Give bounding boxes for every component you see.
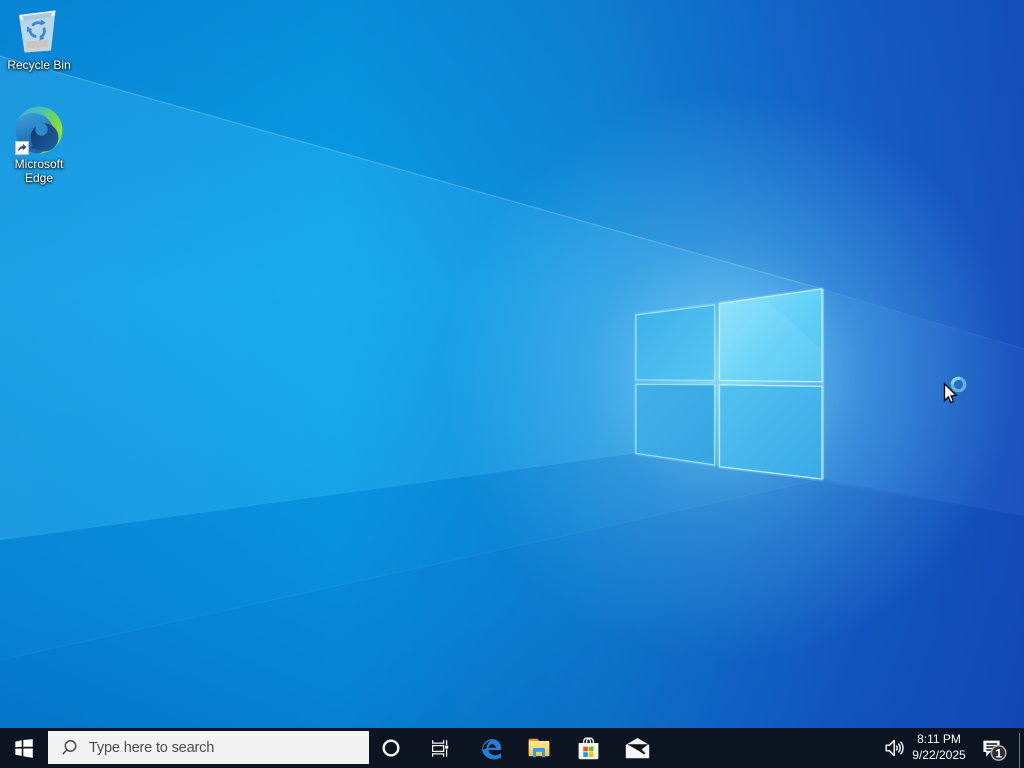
svg-text:1: 1 <box>995 746 1002 760</box>
